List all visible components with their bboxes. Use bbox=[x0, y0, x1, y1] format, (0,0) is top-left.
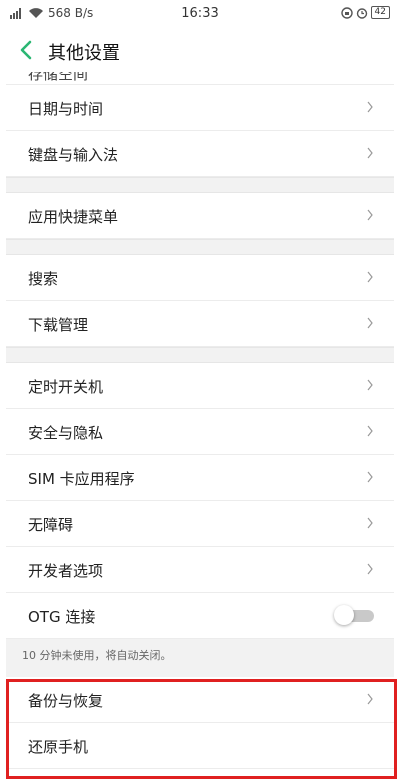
list-item-label: 下载管理 bbox=[28, 316, 89, 334]
section-divider bbox=[6, 239, 394, 255]
chevron-right-icon bbox=[367, 379, 373, 391]
chevron-right-icon bbox=[367, 209, 373, 221]
list-item-download[interactable]: 下载管理 bbox=[6, 301, 394, 347]
list-item-keyboard[interactable]: 键盘与输入法 bbox=[6, 131, 394, 177]
header: 其他设置 bbox=[0, 28, 400, 72]
chevron-right-icon bbox=[367, 425, 373, 437]
list-item-label: 无障碍 bbox=[28, 516, 74, 534]
otg-note-text: 10 分钟未使用，将自动关闭。 bbox=[22, 649, 172, 662]
chevron-right-icon bbox=[367, 147, 373, 159]
section-divider bbox=[6, 177, 394, 193]
list-item-label: 日期与时间 bbox=[28, 100, 104, 118]
chevron-right-icon bbox=[367, 693, 373, 705]
list-item-reset-phone[interactable]: 还原手机 bbox=[6, 723, 394, 769]
chevron-right-icon bbox=[367, 271, 373, 283]
list-item-developer[interactable]: 开发者选项 bbox=[6, 547, 394, 593]
list-item-label: 备份与恢复 bbox=[28, 692, 104, 710]
section-divider bbox=[6, 669, 394, 677]
list-item-shortcut-menu[interactable]: 应用快捷菜单 bbox=[6, 193, 394, 239]
chevron-right-icon bbox=[367, 517, 373, 529]
chevron-right-icon bbox=[367, 471, 373, 483]
list-item-backup-restore[interactable]: 备份与恢复 bbox=[6, 677, 394, 723]
lock-rotation-icon bbox=[340, 6, 353, 19]
list-item-scheduled-power[interactable]: 定时开关机 bbox=[6, 363, 394, 409]
list-item-label: 安全与隐私 bbox=[28, 424, 104, 442]
page-title: 其他设置 bbox=[48, 43, 120, 64]
list-item-label: 定时开关机 bbox=[28, 378, 104, 396]
back-arrow-icon[interactable] bbox=[18, 39, 34, 61]
list-item-label: 应用快捷菜单 bbox=[28, 208, 119, 226]
list-item-storage[interactable]: 存储空间 bbox=[6, 72, 394, 85]
chevron-right-icon bbox=[367, 563, 373, 575]
list-item-label: 存储空间 bbox=[28, 72, 89, 83]
status-right: 42 bbox=[340, 6, 390, 19]
list-item-label: 开发者选项 bbox=[28, 562, 104, 580]
list-item-sim-apps[interactable]: SIM 卡应用程序 bbox=[6, 455, 394, 501]
status-bar: 568 B/s 16:33 42 bbox=[0, 0, 400, 28]
list-item-otg: OTG 连接 bbox=[6, 593, 394, 639]
section-divider bbox=[6, 347, 394, 363]
chevron-right-icon bbox=[367, 101, 373, 113]
list-item-label: 键盘与输入法 bbox=[28, 146, 119, 164]
list-item-label: 还原手机 bbox=[28, 738, 89, 756]
list-item-label: 搜索 bbox=[28, 270, 59, 288]
list-item-label: OTG 连接 bbox=[28, 608, 96, 626]
list-item-date-time[interactable]: 日期与时间 bbox=[6, 85, 394, 131]
otg-note: 10 分钟未使用，将自动关闭。 bbox=[6, 639, 394, 669]
list-item-search[interactable]: 搜索 bbox=[6, 255, 394, 301]
battery-indicator: 42 bbox=[370, 6, 390, 19]
toggle-knob bbox=[334, 605, 354, 625]
list-item-label: SIM 卡应用程序 bbox=[28, 470, 135, 488]
settings-list: 存储空间 日期与时间 键盘与输入法 应用快捷菜单 搜索 下载管理 定时开关机 安… bbox=[0, 72, 400, 769]
chevron-right-icon bbox=[367, 317, 373, 329]
list-item-accessibility[interactable]: 无障碍 bbox=[6, 501, 394, 547]
otg-toggle[interactable] bbox=[334, 605, 376, 625]
alarm-icon bbox=[356, 7, 367, 19]
list-item-security-privacy[interactable]: 安全与隐私 bbox=[6, 409, 394, 455]
